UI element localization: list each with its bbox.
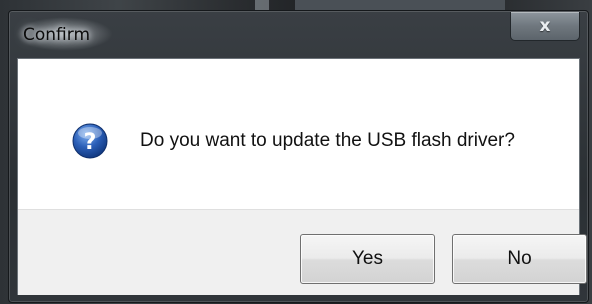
- message-text: Do you want to update the USB flash driv…: [140, 130, 515, 151]
- close-button[interactable]: x: [510, 12, 580, 41]
- message-area: ? Do you want to update the USB flash dr…: [18, 59, 579, 209]
- no-button[interactable]: No: [452, 234, 587, 284]
- question-icon: ?: [72, 123, 108, 159]
- close-icon: x: [539, 16, 551, 36]
- background-window-edge: [295, 0, 505, 10]
- svg-text:?: ?: [84, 130, 97, 155]
- yes-button[interactable]: Yes: [300, 234, 435, 284]
- dialog-title: Confirm: [23, 25, 91, 45]
- confirm-dialog: Confirm x ? Do you want to update the US…: [8, 10, 589, 303]
- dialog-client-area: ? Do you want to update the USB flash dr…: [17, 58, 587, 295]
